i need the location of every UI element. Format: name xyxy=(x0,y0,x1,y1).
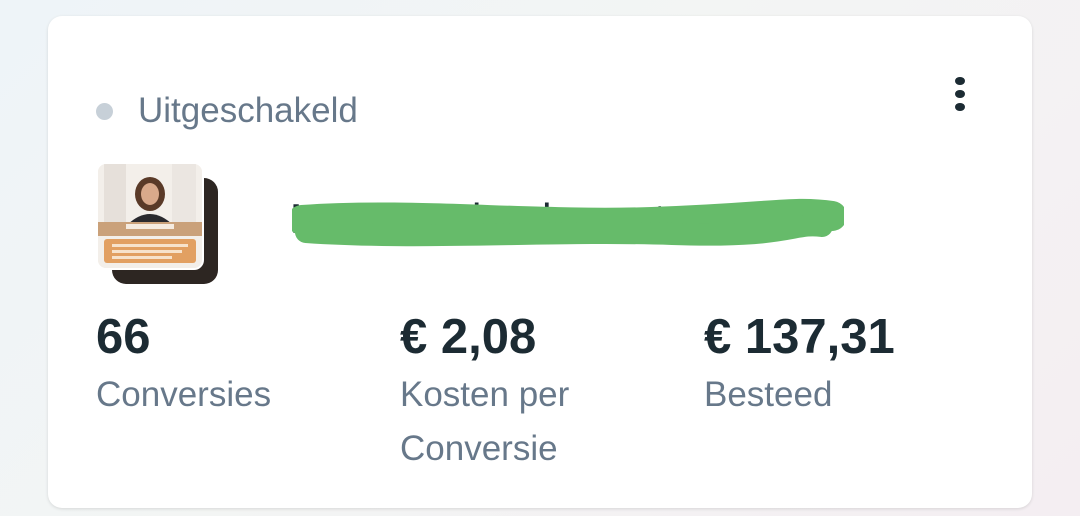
status-label: Uitgeschakeld xyxy=(138,91,358,130)
metric-cost-per-conversion: € 2,08 Kosten per Conversie xyxy=(400,308,640,476)
metric-label: Kosten per Conversie xyxy=(400,375,570,468)
metric-label: Conversies xyxy=(96,375,272,414)
redaction-scribble xyxy=(292,198,844,247)
metric-label: Besteed xyxy=(704,375,833,414)
ad-card[interactable]: Uitgeschakeld MV Downloads ... et 66 Con… xyxy=(48,16,1032,508)
metric-conversions: 66 Conversies xyxy=(96,308,336,422)
status-dot xyxy=(96,102,113,120)
metric-value: € 2,08 xyxy=(400,310,537,364)
ad-creative-image xyxy=(96,162,204,270)
more-options-icon[interactable] xyxy=(942,74,978,114)
metric-spent: € 137,31 Besteed xyxy=(704,308,944,422)
ad-thumbnail[interactable] xyxy=(96,162,218,286)
status-row: Uitgeschakeld xyxy=(96,90,358,132)
metric-value: 66 xyxy=(96,310,151,364)
metric-value: € 137,31 xyxy=(704,310,895,364)
